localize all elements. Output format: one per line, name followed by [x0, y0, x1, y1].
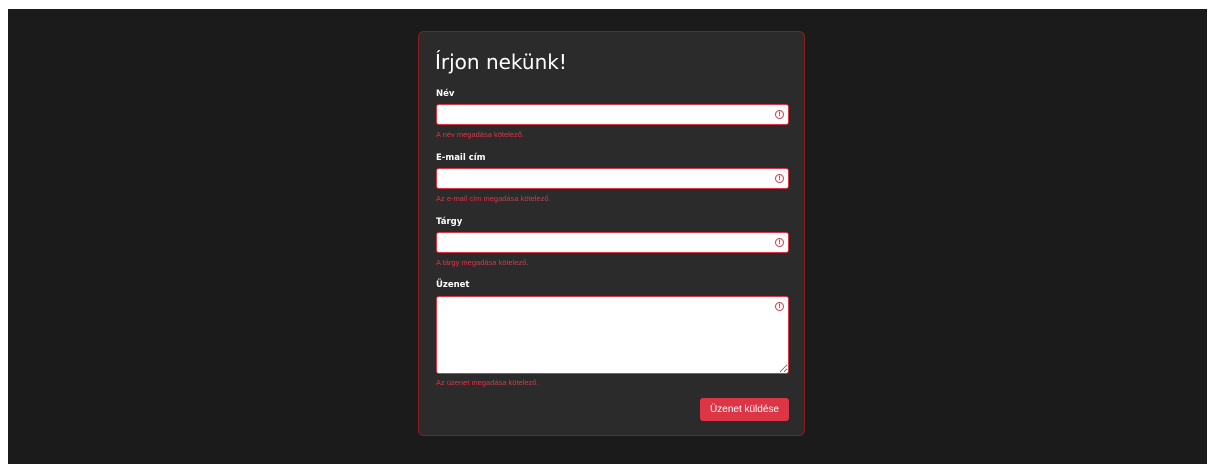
message-error: Az üzenet megadása kötelező. — [436, 378, 539, 387]
email-input[interactable] — [436, 168, 789, 189]
form-title: Írjon nekünk! — [435, 50, 567, 74]
subject-input[interactable] — [436, 232, 789, 253]
subject-invalid-icon: ! — [775, 238, 784, 247]
name-invalid-icon: ! — [775, 110, 784, 119]
send-message-button[interactable]: Üzenet küldése — [700, 398, 789, 421]
name-label: Név — [436, 89, 455, 99]
subject-label: Tárgy — [436, 217, 463, 227]
subject-error: A tárgy megadása kötelező. — [436, 258, 529, 267]
message-label: Üzenet — [436, 280, 470, 290]
name-input[interactable] — [436, 104, 789, 125]
message-textarea[interactable] — [436, 296, 789, 374]
email-label: E-mail cím — [436, 153, 486, 163]
email-invalid-icon: ! — [775, 174, 784, 183]
message-invalid-icon: ! — [775, 302, 784, 311]
name-error: A név megadása kötelező. — [436, 130, 524, 139]
page-background: Írjon nekünk! Név ! A név megadása kötel… — [8, 9, 1207, 464]
contact-form-card: Írjon nekünk! Név ! A név megadása kötel… — [418, 31, 805, 436]
email-error: Az e-mail cím megadása kötelező. — [436, 194, 551, 203]
